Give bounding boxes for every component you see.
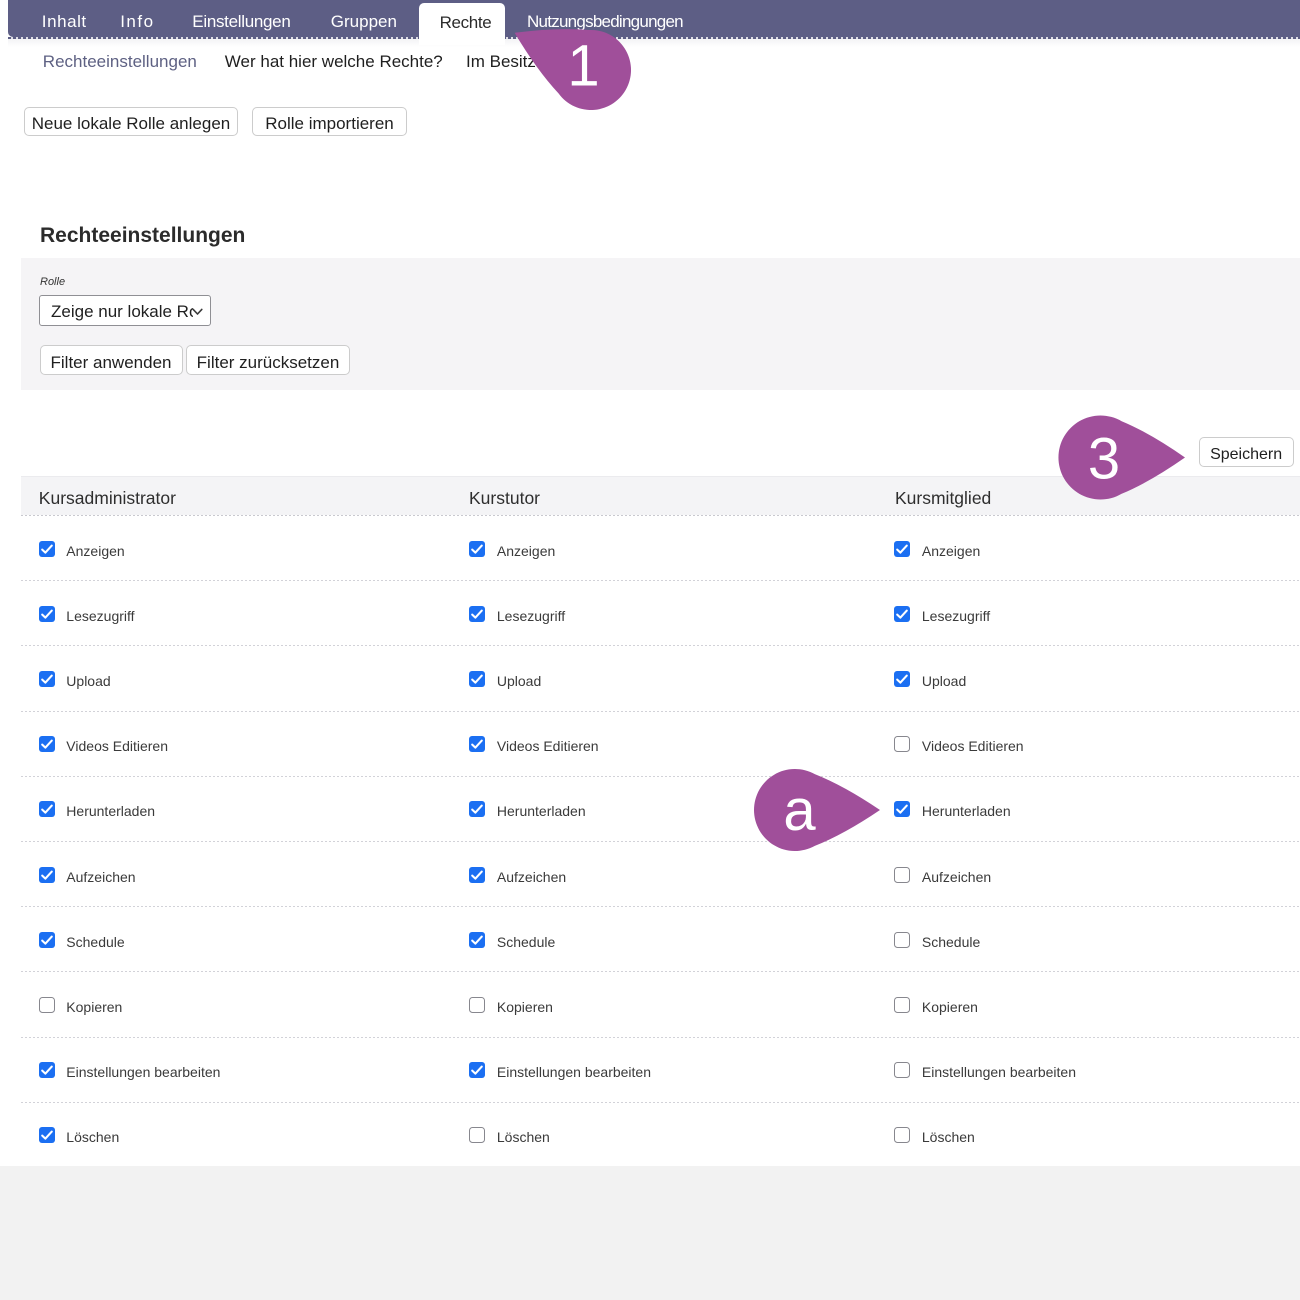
svg-text:1: 1	[567, 34, 599, 99]
svg-text:a: a	[784, 778, 817, 843]
svg-text:3: 3	[1088, 427, 1120, 492]
